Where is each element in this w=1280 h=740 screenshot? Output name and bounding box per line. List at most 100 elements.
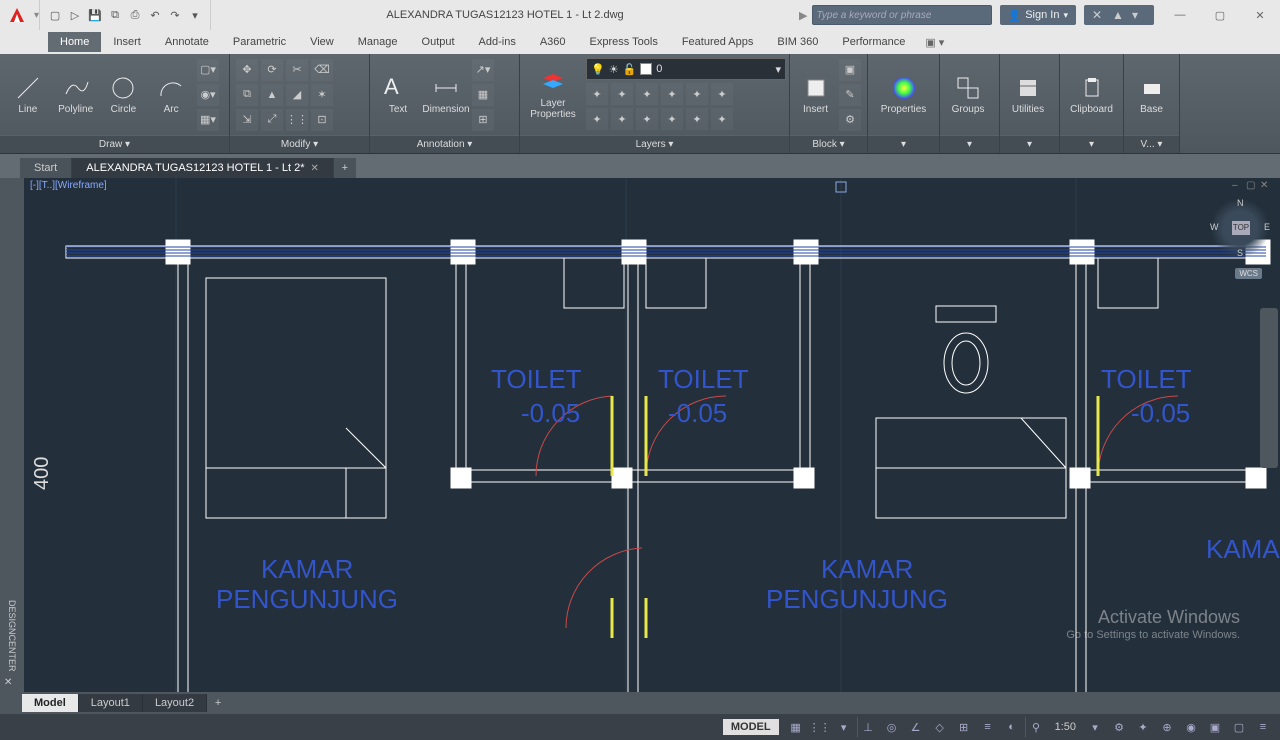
search-input[interactable]: Type a keyword or phrase [812, 5, 992, 25]
scale-icon[interactable]: ⤢ [261, 109, 283, 131]
text-button[interactable]: AText [376, 74, 420, 115]
block-tool-1[interactable]: ▣ [839, 59, 861, 81]
scale-display[interactable]: 1:50 [1049, 721, 1082, 733]
exchange-icon[interactable]: ✕ [1092, 8, 1106, 22]
scale-dropdown-icon[interactable]: ▾ [1084, 717, 1106, 737]
move-icon[interactable]: ✥ [236, 59, 258, 81]
tab-manage[interactable]: Manage [346, 32, 410, 52]
circle-button[interactable]: Circle [102, 74, 146, 115]
tab-parametric[interactable]: Parametric [221, 32, 298, 52]
isolate-icon[interactable]: ▣ [1204, 717, 1226, 737]
viewcube-e[interactable]: E [1264, 222, 1270, 232]
snap-icon[interactable]: ⋮⋮ [809, 717, 831, 737]
utilities-button[interactable]: Utilities [1006, 74, 1050, 115]
status-dropdown-1[interactable]: ▾ [833, 717, 855, 737]
a360-icon[interactable]: ▲ [1112, 8, 1126, 22]
layer-tool-12[interactable]: ✦ [711, 108, 733, 130]
tab-express[interactable]: Express Tools [578, 32, 670, 52]
minimize-button[interactable]: — [1160, 0, 1200, 30]
layer-properties-button[interactable]: Layer Properties [526, 68, 580, 120]
viewcube-s[interactable]: S [1237, 248, 1243, 258]
array-icon[interactable]: ⋮⋮ [286, 109, 308, 131]
explode-icon[interactable]: ✶ [311, 84, 333, 106]
fillet-icon[interactable]: ◢ [286, 84, 308, 106]
panel-draw-title[interactable]: Draw ▾ [0, 135, 229, 153]
qat-new-icon[interactable]: ▢ [46, 6, 64, 24]
layer-tool-3[interactable]: ✦ [636, 83, 658, 105]
panel-annotation-title[interactable]: Annotation ▾ [370, 135, 519, 153]
draw-misc-1[interactable]: ▢▾ [197, 59, 219, 81]
help-dropdown-icon[interactable]: ▾ [1132, 8, 1146, 22]
file-tab-active[interactable]: ALEXANDRA TUGAS12123 HOTEL 1 - Lt 2* ✕ [72, 158, 334, 178]
tab-featured[interactable]: Featured Apps [670, 32, 766, 52]
workspace-icon[interactable]: ⊕ [1156, 717, 1178, 737]
qat-undo-icon[interactable]: ↶ [146, 6, 164, 24]
otrack-icon[interactable]: ⊞ [953, 717, 975, 737]
tab-insert[interactable]: Insert [101, 32, 153, 52]
designcenter-palette[interactable]: DESIGNCENTER ✕ [0, 178, 24, 692]
anno-scale-icon[interactable]: ⚲ [1025, 717, 1047, 737]
clean-screen-icon[interactable]: ▢ [1228, 717, 1250, 737]
panel-modify-title[interactable]: Modify ▾ [230, 135, 369, 153]
customize-icon[interactable]: ≡ [1252, 717, 1274, 737]
clipboard-button[interactable]: Clipboard [1066, 74, 1117, 115]
app-logo[interactable] [6, 4, 28, 26]
polar-icon[interactable]: ◎ [881, 717, 903, 737]
panel-clipboard-title[interactable]: ▾ [1060, 135, 1123, 153]
panel-groups-title[interactable]: ▾ [940, 135, 999, 153]
arc-button[interactable]: Arc [149, 74, 193, 115]
wcs-badge[interactable]: WCS [1235, 268, 1262, 279]
gear-icon[interactable]: ⚙ [1108, 717, 1130, 737]
line-button[interactable]: Line [6, 74, 50, 115]
layout-new-button[interactable]: + [207, 697, 229, 709]
layout1-tab[interactable]: Layout1 [79, 694, 143, 712]
maximize-button[interactable]: ▢ [1200, 0, 1240, 30]
groups-button[interactable]: Groups [946, 74, 990, 115]
file-tab-close-icon[interactable]: ✕ [311, 163, 319, 174]
grid-icon[interactable]: ▦ [785, 717, 807, 737]
layer-tool-10[interactable]: ✦ [661, 108, 683, 130]
panel-properties-title[interactable]: ▾ [868, 135, 939, 153]
model-tab[interactable]: Model [22, 694, 79, 712]
tab-performance[interactable]: Performance [830, 32, 917, 52]
qat-saveas-icon[interactable]: ⧉ [106, 6, 124, 24]
viewcube[interactable]: TOP N S E W [1210, 198, 1270, 258]
qat-save-icon[interactable]: 💾 [86, 6, 104, 24]
dimension-button[interactable]: Dimension [424, 74, 468, 115]
layer-tool-2[interactable]: ✦ [611, 83, 633, 105]
layer-tool-5[interactable]: ✦ [686, 83, 708, 105]
layer-tool-11[interactable]: ✦ [686, 108, 708, 130]
erase-icon[interactable]: ⌫ [311, 59, 333, 81]
tab-a360[interactable]: A360 [528, 32, 578, 52]
anno-misc-icon[interactable]: ⊞ [472, 109, 494, 131]
tab-annotate[interactable]: Annotate [153, 32, 221, 52]
layer-tool-1[interactable]: ✦ [586, 83, 608, 105]
lineweight-icon[interactable]: ≡ [977, 717, 999, 737]
drawing-canvas[interactable]: TOILET -0.05 TOILET -0.05 TOILET -0.05 K… [24, 178, 1280, 692]
stretch-icon[interactable]: ⇲ [236, 109, 258, 131]
drawing-viewport[interactable]: DESIGNCENTER ✕ [-][T..][Wireframe] – ▢ ✕ [0, 178, 1280, 692]
polyline-button[interactable]: Polyline [54, 74, 98, 115]
layer-tool-9[interactable]: ✦ [636, 108, 658, 130]
osnap-icon[interactable]: ◇ [929, 717, 951, 737]
draw-misc-3[interactable]: ▦▾ [197, 109, 219, 131]
draw-misc-2[interactable]: ◉▾ [197, 84, 219, 106]
signin-button[interactable]: 👤 Sign In ▾ [1000, 5, 1076, 25]
qat-print-icon[interactable]: ⎙ [126, 6, 144, 24]
viewcube-w[interactable]: W [1210, 222, 1219, 232]
ortho-icon[interactable]: ⊥ [857, 717, 879, 737]
properties-button[interactable]: Properties [874, 74, 933, 115]
block-tool-2[interactable]: ✎ [839, 84, 861, 106]
insert-block-button[interactable]: Insert [796, 74, 835, 115]
trim-icon[interactable]: ✂ [286, 59, 308, 81]
hardware-accel-icon[interactable]: ◉ [1180, 717, 1202, 737]
mirror-icon[interactable]: ▲ [261, 84, 283, 106]
layer-tool-6[interactable]: ✦ [711, 83, 733, 105]
isodraft-icon[interactable]: ∠ [905, 717, 927, 737]
ribbon-collapse-icon[interactable]: ▣ ▾ [925, 36, 944, 49]
layer-tool-8[interactable]: ✦ [611, 108, 633, 130]
anno-vis-icon[interactable]: ✦ [1132, 717, 1154, 737]
tab-output[interactable]: Output [410, 32, 467, 52]
transparency-icon[interactable]: ◐ [1001, 717, 1023, 737]
tab-bim360[interactable]: BIM 360 [765, 32, 830, 52]
